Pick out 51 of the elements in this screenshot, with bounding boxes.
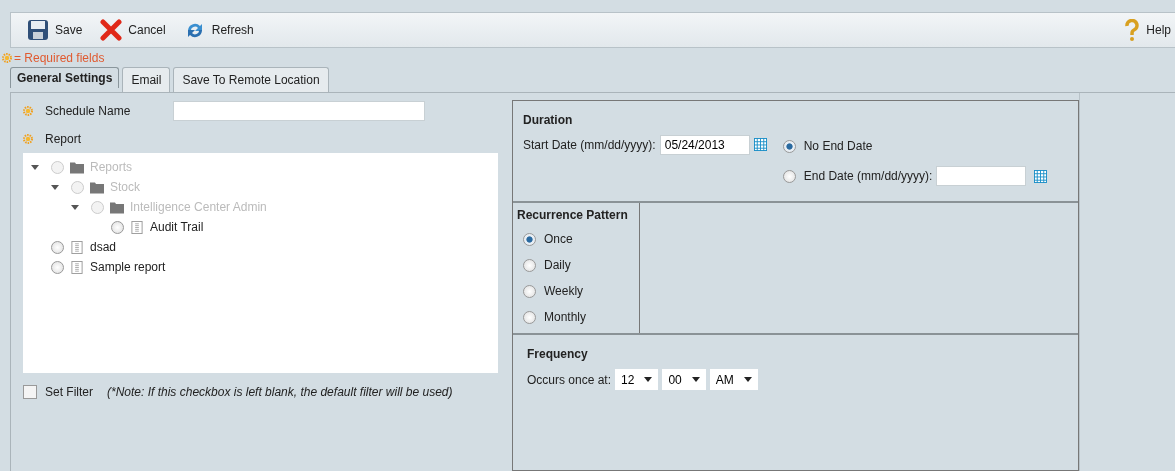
section-title: Duration (523, 113, 574, 127)
radio-button[interactable] (523, 310, 536, 324)
radio-label: End Date (mm/dd/yyyy): (803, 169, 933, 183)
end-date-field[interactable] (936, 166, 1027, 186)
radio-label: Daily (544, 258, 571, 272)
radio-button[interactable] (782, 169, 796, 183)
question-mark-icon (1124, 19, 1141, 41)
radio-button[interactable] (523, 284, 536, 298)
radio-label: Once (544, 232, 573, 246)
folder-icon (110, 200, 124, 214)
required-icon (2, 53, 12, 63)
time-dropdown[interactable]: 12 (615, 369, 659, 390)
checkbox[interactable] (23, 385, 37, 399)
start-date-field[interactable]: 05/24/2013 (659, 135, 750, 155)
filter-note: (*Note: If this checkbox is left blank, the default filter will be used) (107, 385, 453, 399)
cancel-button[interactable]: Cancel (96, 17, 170, 43)
radio-button[interactable] (51, 260, 64, 274)
tab[interactable]: General Settings (10, 67, 120, 88)
field-label: Occurs once at: (527, 372, 612, 387)
field-label: Report (45, 132, 83, 146)
cancel-icon (100, 19, 123, 41)
radio-label: Weekly (544, 284, 584, 298)
calendar-icon[interactable] (753, 138, 767, 151)
radio-label: No End Date (803, 139, 873, 153)
schedule-name-field[interactable] (173, 101, 425, 121)
folder-icon (90, 180, 104, 194)
document-icon (130, 220, 144, 234)
tab[interactable]: Save To Remote Location (173, 67, 329, 92)
tab[interactable]: Email (122, 67, 171, 92)
radio-button[interactable] (523, 232, 536, 246)
radio-button[interactable] (782, 139, 796, 153)
time-dropdown[interactable]: AM (709, 369, 758, 390)
tree-item-label[interactable]: dsad (90, 240, 117, 254)
save-button[interactable]: Save (23, 17, 87, 43)
time-dropdown[interactable]: 00 (662, 369, 706, 390)
section-title: Frequency (527, 347, 589, 361)
help-button[interactable]: Help (1120, 17, 1175, 43)
radio-label: Monthly (544, 310, 587, 324)
section-title: Recurrence Pattern (517, 208, 629, 222)
required-fields-note: = Required fields (14, 51, 105, 65)
radio-button[interactable] (51, 240, 64, 254)
calendar-icon[interactable] (1034, 169, 1048, 183)
document-icon (70, 240, 84, 254)
checkbox-label: Set Filter (45, 385, 93, 399)
field-label: Schedule Name (45, 104, 132, 118)
folder-icon (70, 160, 84, 174)
tree-item-label[interactable]: Sample report (90, 260, 166, 274)
refresh-button[interactable]: Refresh (179, 17, 258, 43)
radio-button[interactable] (523, 258, 536, 272)
field-label: Start Date (mm/dd/yyyy): (523, 138, 656, 152)
document-icon (70, 260, 84, 274)
